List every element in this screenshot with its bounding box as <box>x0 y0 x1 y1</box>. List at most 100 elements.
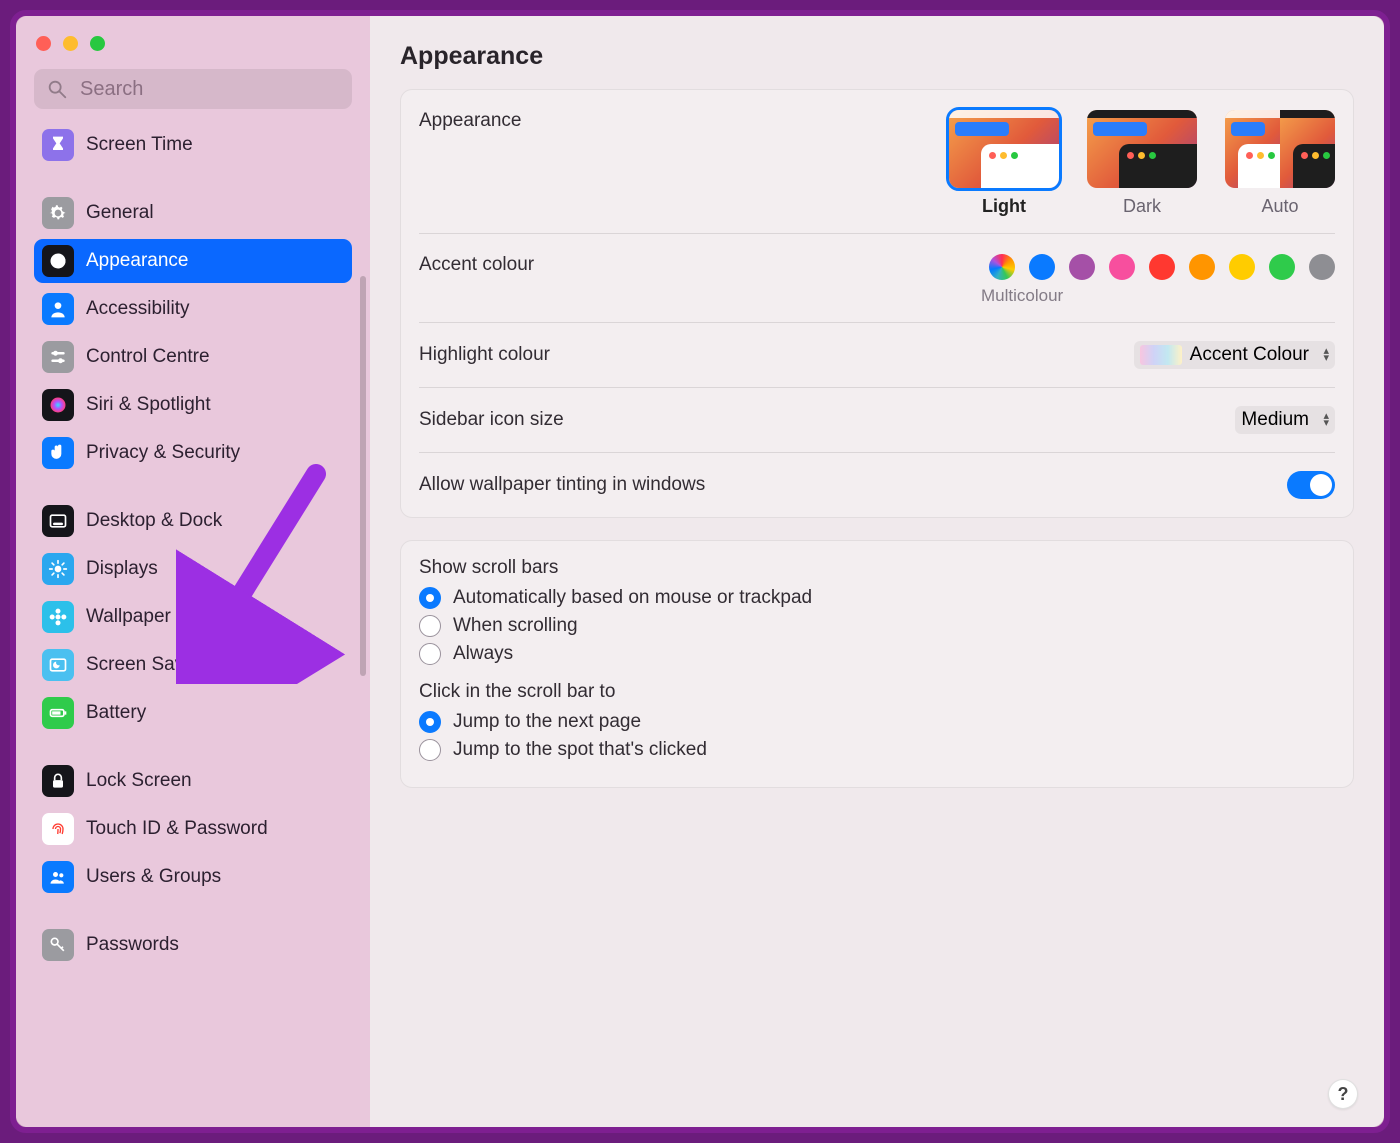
accent-swatch-8[interactable] <box>1309 254 1335 280</box>
appearance-mode-auto[interactable]: Auto <box>1225 110 1335 217</box>
show-scrollbars-label: Show scroll bars <box>419 557 1335 579</box>
sidebar-item-label: Desktop & Dock <box>86 510 222 532</box>
sidebar-item-label: Appearance <box>86 250 188 272</box>
accent-swatches-wrap: Multicolour <box>989 254 1335 306</box>
lock-icon <box>42 765 74 797</box>
help-label: ? <box>1338 1084 1349 1105</box>
accent-colour-label: Accent colour <box>419 254 534 276</box>
show-scrollbars-options: Automatically based on mouse or trackpad… <box>419 587 1335 665</box>
accent-swatch-0[interactable] <box>989 254 1015 280</box>
sidebar-item-accessibility[interactable]: Accessibility <box>34 287 352 331</box>
appearance-thumb-light <box>949 110 1059 188</box>
search-input[interactable] <box>34 69 352 109</box>
highlight-colour-select[interactable]: Accent Colour ▴▾ <box>1134 341 1335 369</box>
sidebar-item-label: Lock Screen <box>86 770 192 792</box>
sidebar-item-appearance[interactable]: Appearance <box>34 239 352 283</box>
sidebar-item-label: Displays <box>86 558 158 580</box>
sidebar-item-label: General <box>86 202 154 224</box>
sidebar-item-label: Screen Saver <box>86 654 201 676</box>
accent-swatch-row <box>989 254 1335 280</box>
accent-swatch-4[interactable] <box>1149 254 1175 280</box>
person-icon <box>42 293 74 325</box>
appearance-mode-row: Appearance Light Dark Auto <box>419 90 1335 234</box>
sidebar-item-desktop-dock[interactable]: Desktop & Dock <box>34 499 352 543</box>
sidebar-icon-size-row: Sidebar icon size Medium ▴▾ <box>419 388 1335 453</box>
show-scrollbars-option-label: Automatically based on mouse or trackpad <box>453 587 812 609</box>
dock-icon <box>42 505 74 537</box>
show-scrollbars-option-0[interactable]: Automatically based on mouse or trackpad <box>419 587 1335 609</box>
accent-swatch-6[interactable] <box>1229 254 1255 280</box>
sidebar-item-users-groups[interactable]: Users & Groups <box>34 855 352 899</box>
sidebar-item-wallpaper[interactable]: Wallpaper <box>34 595 352 639</box>
sidebar-item-label: Siri & Spotlight <box>86 394 211 416</box>
sidebar-icon-size-label: Sidebar icon size <box>419 409 564 431</box>
sidebar-item-lock-screen[interactable]: Lock Screen <box>34 759 352 803</box>
sidebar-scrollbar[interactable] <box>360 276 366 676</box>
sidebar-item-label: Touch ID & Password <box>86 818 268 840</box>
sidebar: Screen Time General Appearance Accessibilit… <box>16 16 370 1127</box>
sidebar-item-label: Privacy & Security <box>86 442 240 464</box>
click-scrollbar-label: Click in the scroll bar to <box>419 681 1335 703</box>
click-scrollbar-option-label: Jump to the spot that's clicked <box>453 739 707 761</box>
key-icon <box>42 929 74 961</box>
highlight-colour-row: Highlight colour Accent Colour ▴▾ <box>419 323 1335 388</box>
sidebar-item-siri-spotlight[interactable]: Siri & Spotlight <box>34 383 352 427</box>
sidebar-item-general[interactable]: General <box>34 191 352 235</box>
show-scrollbars-option-2[interactable]: Always <box>419 643 1335 665</box>
minimize-window-button[interactable] <box>63 36 78 51</box>
flower-icon <box>42 601 74 633</box>
accent-swatch-1[interactable] <box>1029 254 1055 280</box>
show-scrollbars-option-1[interactable]: When scrolling <box>419 615 1335 637</box>
accent-swatch-3[interactable] <box>1109 254 1135 280</box>
system-settings-window: Screen Time General Appearance Accessibilit… <box>16 16 1384 1127</box>
chevron-updown-icon: ▴▾ <box>1323 413 1329 427</box>
click-scrollbar-option-1[interactable]: Jump to the spot that's clicked <box>419 739 1335 761</box>
sidebar-item-privacy-security[interactable]: Privacy & Security <box>34 431 352 475</box>
sliders-icon <box>42 341 74 373</box>
sidebar-nav[interactable]: Screen Time General Appearance Accessibilit… <box>16 121 370 1127</box>
accent-caption: Multicolour <box>981 286 1063 306</box>
appearance-mode-dark[interactable]: Dark <box>1087 110 1197 217</box>
click-scrollbar-option-0[interactable]: Jump to the next page <box>419 711 1335 733</box>
radio-icon <box>419 615 441 637</box>
appearance-mode-label: Auto <box>1261 196 1298 217</box>
sidebar-item-displays[interactable]: Displays <box>34 547 352 591</box>
accent-swatch-5[interactable] <box>1189 254 1215 280</box>
appearance-thumb-dark <box>1087 110 1197 188</box>
sidebar-icon-size-select[interactable]: Medium ▴▾ <box>1235 406 1335 434</box>
sidebar-item-label: Wallpaper <box>86 606 171 628</box>
sidebar-item-label: Control Centre <box>86 346 210 368</box>
wallpaper-tinting-toggle[interactable] <box>1287 471 1335 499</box>
accent-swatch-7[interactable] <box>1269 254 1295 280</box>
toggle-knob <box>1310 474 1332 496</box>
click-scrollbar-option-label: Jump to the next page <box>453 711 641 733</box>
accent-colour-row: Accent colour Multicolour <box>419 234 1335 323</box>
sidebar-item-label: Users & Groups <box>86 866 221 888</box>
sidebar-item-label: Battery <box>86 702 146 724</box>
close-window-button[interactable] <box>36 36 51 51</box>
sidebar-item-touch-id-password[interactable]: Touch ID & Password <box>34 807 352 851</box>
sidebar-icon-size-value: Medium <box>1241 409 1309 431</box>
fingerprint-icon <box>42 813 74 845</box>
sidebar-item-label: Screen Time <box>86 134 193 156</box>
accent-swatch-2[interactable] <box>1069 254 1095 280</box>
radio-icon <box>419 643 441 665</box>
appearance-mode-light[interactable]: Light <box>949 110 1059 217</box>
appearance-mode-options: Light Dark Auto <box>949 110 1335 217</box>
sidebar-item-control-centre[interactable]: Control Centre <box>34 335 352 379</box>
hourglass-icon <box>42 129 74 161</box>
radio-icon <box>419 739 441 761</box>
zoom-window-button[interactable] <box>90 36 105 51</box>
sidebar-item-label: Accessibility <box>86 298 189 320</box>
highlight-colour-label: Highlight colour <box>419 344 550 366</box>
help-button[interactable]: ? <box>1328 1079 1358 1109</box>
search-field-wrap <box>34 69 352 109</box>
highlight-swatch-icon <box>1140 345 1182 365</box>
appearance-label: Appearance <box>419 110 521 132</box>
sidebar-item-battery[interactable]: Battery <box>34 691 352 735</box>
sidebar-item-screen-saver[interactable]: Screen Saver <box>34 643 352 687</box>
wallpaper-tinting-label: Allow wallpaper tinting in windows <box>419 474 705 496</box>
sidebar-item-passwords[interactable]: Passwords <box>34 923 352 967</box>
sidebar-item-screen-time[interactable]: Screen Time <box>34 123 352 167</box>
click-scrollbar-options: Jump to the next page Jump to the spot th… <box>419 711 1335 761</box>
